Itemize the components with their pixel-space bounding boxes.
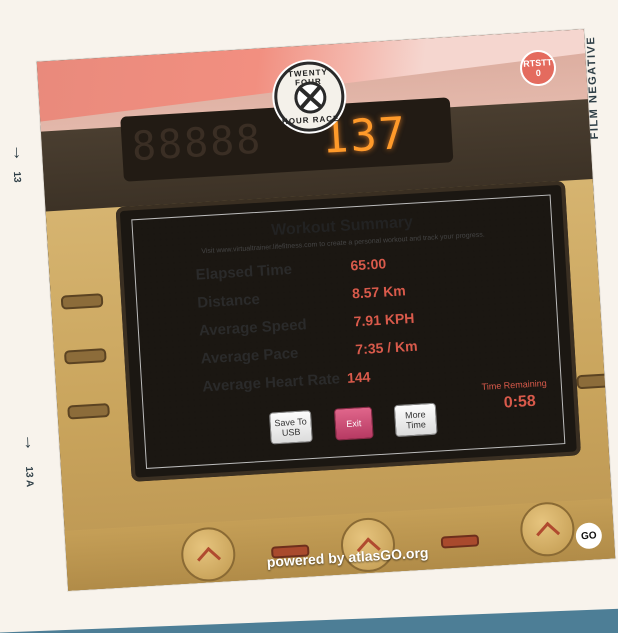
left-console-button-2[interactable] (63, 348, 107, 365)
stat-label-average-speed: Average Speed (198, 316, 308, 340)
segment-display-unlit: 88888 (130, 116, 264, 171)
frame-arrow-bottom: ↓ (22, 431, 33, 452)
chevron-up-icon (535, 521, 560, 546)
stat-label-elapsed-time: Elapsed Time (195, 260, 293, 284)
stat-value-distance: 8.57 Km (351, 282, 407, 302)
more-time-button[interactable]: More Time (393, 402, 438, 438)
time-remaining-label: Time Remaining (481, 378, 548, 392)
save-to-usb-button[interactable]: Save To USB (268, 410, 313, 445)
left-console-button-3[interactable] (67, 403, 110, 420)
stat-label-average-heart-rate: Average Heart Rate (201, 370, 341, 396)
corner-badge-number: 0 (535, 67, 542, 79)
stat-value-average-pace: 7:35 / Km (354, 337, 418, 358)
stat-label-distance: Distance (196, 290, 261, 312)
frame-number-top: 13 (10, 171, 23, 183)
frame-number-bottom: 13 A (23, 466, 35, 488)
time-remaining-value: 0:58 (503, 392, 537, 412)
left-console-button-1[interactable] (60, 293, 104, 310)
frame-arrow-top: ↓ (11, 141, 22, 162)
race-logo: TWENTY FOUR HOUR RACE (272, 59, 347, 134)
crossed-icon (293, 80, 328, 115)
treadmill-photo: 88888 137 TWENTY FOUR HOUR RACE RTSTT 0 … (36, 29, 616, 591)
stat-value-average-heart-rate: 144 (346, 368, 371, 386)
stat-value-elapsed-time: 65:00 (349, 255, 387, 274)
stat-label-average-pace: Average Pace (200, 344, 299, 368)
stat-value-average-speed: 7.91 KPH (353, 309, 415, 330)
workout-summary-screen: Workout Summary Visit www.virtualtrainer… (131, 194, 566, 469)
exit-button[interactable]: Exit (333, 406, 374, 441)
chevron-up-icon (196, 546, 221, 571)
right-pill-button[interactable] (440, 534, 480, 549)
